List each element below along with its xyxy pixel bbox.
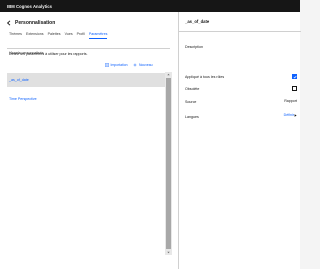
app-title: IBM Cognos Analytics [7, 3, 53, 9]
tab-parameters[interactable]: Paramètres [88, 32, 108, 39]
description-label[interactable]: Description [185, 45, 203, 49]
caret-up-icon[interactable] [165, 72, 172, 77]
tab-bar: Thèmes Extensions Palettes Vues Profil P… [9, 32, 108, 39]
tab-bar-row-2: Visuels personnalisés [9, 41, 44, 59]
new-button[interactable]: Nouveau [133, 63, 153, 67]
tab-palettes[interactable]: Palettes [48, 32, 61, 39]
properties-divider [179, 31, 301, 32]
new-label: Nouveau [138, 63, 153, 67]
applied-label: Appliqué à tous les rôles [185, 75, 225, 79]
page-title: Personnalisation [15, 20, 56, 26]
parameters-description: Définir les paramètres à utiliser pour l… [9, 52, 88, 56]
scrollbar-thumb[interactable] [166, 78, 171, 249]
tab-divider [7, 48, 170, 49]
tab-themes[interactable]: Thèmes [9, 32, 22, 39]
header-row: Personnalisation [6, 20, 55, 26]
toolbar: Importation Nouveau [105, 63, 153, 67]
applied-checkbox[interactable] [292, 74, 297, 79]
obsolete-label: Obsolète [185, 87, 200, 91]
import-icon [105, 63, 109, 67]
plus-icon [134, 63, 137, 67]
checkmark-icon [293, 75, 297, 79]
languages-label: Langues [185, 115, 199, 119]
parameter-name[interactable]: Time Perspective [9, 97, 37, 101]
tab-views[interactable]: Vues [65, 32, 73, 39]
properties-panel: _as_of_date Description Appliqué à tous … [178, 12, 301, 269]
tab-extensions[interactable]: Extensions [26, 32, 44, 39]
caret-right-icon[interactable] [294, 114, 297, 117]
left-panel: Personnalisation Thèmes Extensions Palet… [0, 12, 178, 269]
source-label: Source [185, 100, 197, 104]
properties-title: _as_of_date [185, 19, 210, 24]
import-button[interactable]: Importation [105, 63, 127, 67]
define-languages-link[interactable]: Définir [284, 113, 294, 117]
parameter-name[interactable]: _as_of_date [9, 78, 29, 82]
parameter-row[interactable]: Time Perspective [7, 92, 170, 106]
import-label: Importation [110, 63, 128, 67]
source-value: Rapport [284, 99, 297, 103]
parameter-row[interactable]: _as_of_date [7, 73, 170, 87]
chevron-left-icon[interactable] [6, 20, 12, 26]
caret-down-icon[interactable] [165, 250, 172, 255]
obsolete-checkbox[interactable] [292, 86, 297, 91]
scrollbar[interactable] [165, 72, 172, 255]
tab-profile[interactable]: Profil [77, 32, 85, 39]
top-bar: IBM Cognos Analytics [0, 0, 300, 12]
